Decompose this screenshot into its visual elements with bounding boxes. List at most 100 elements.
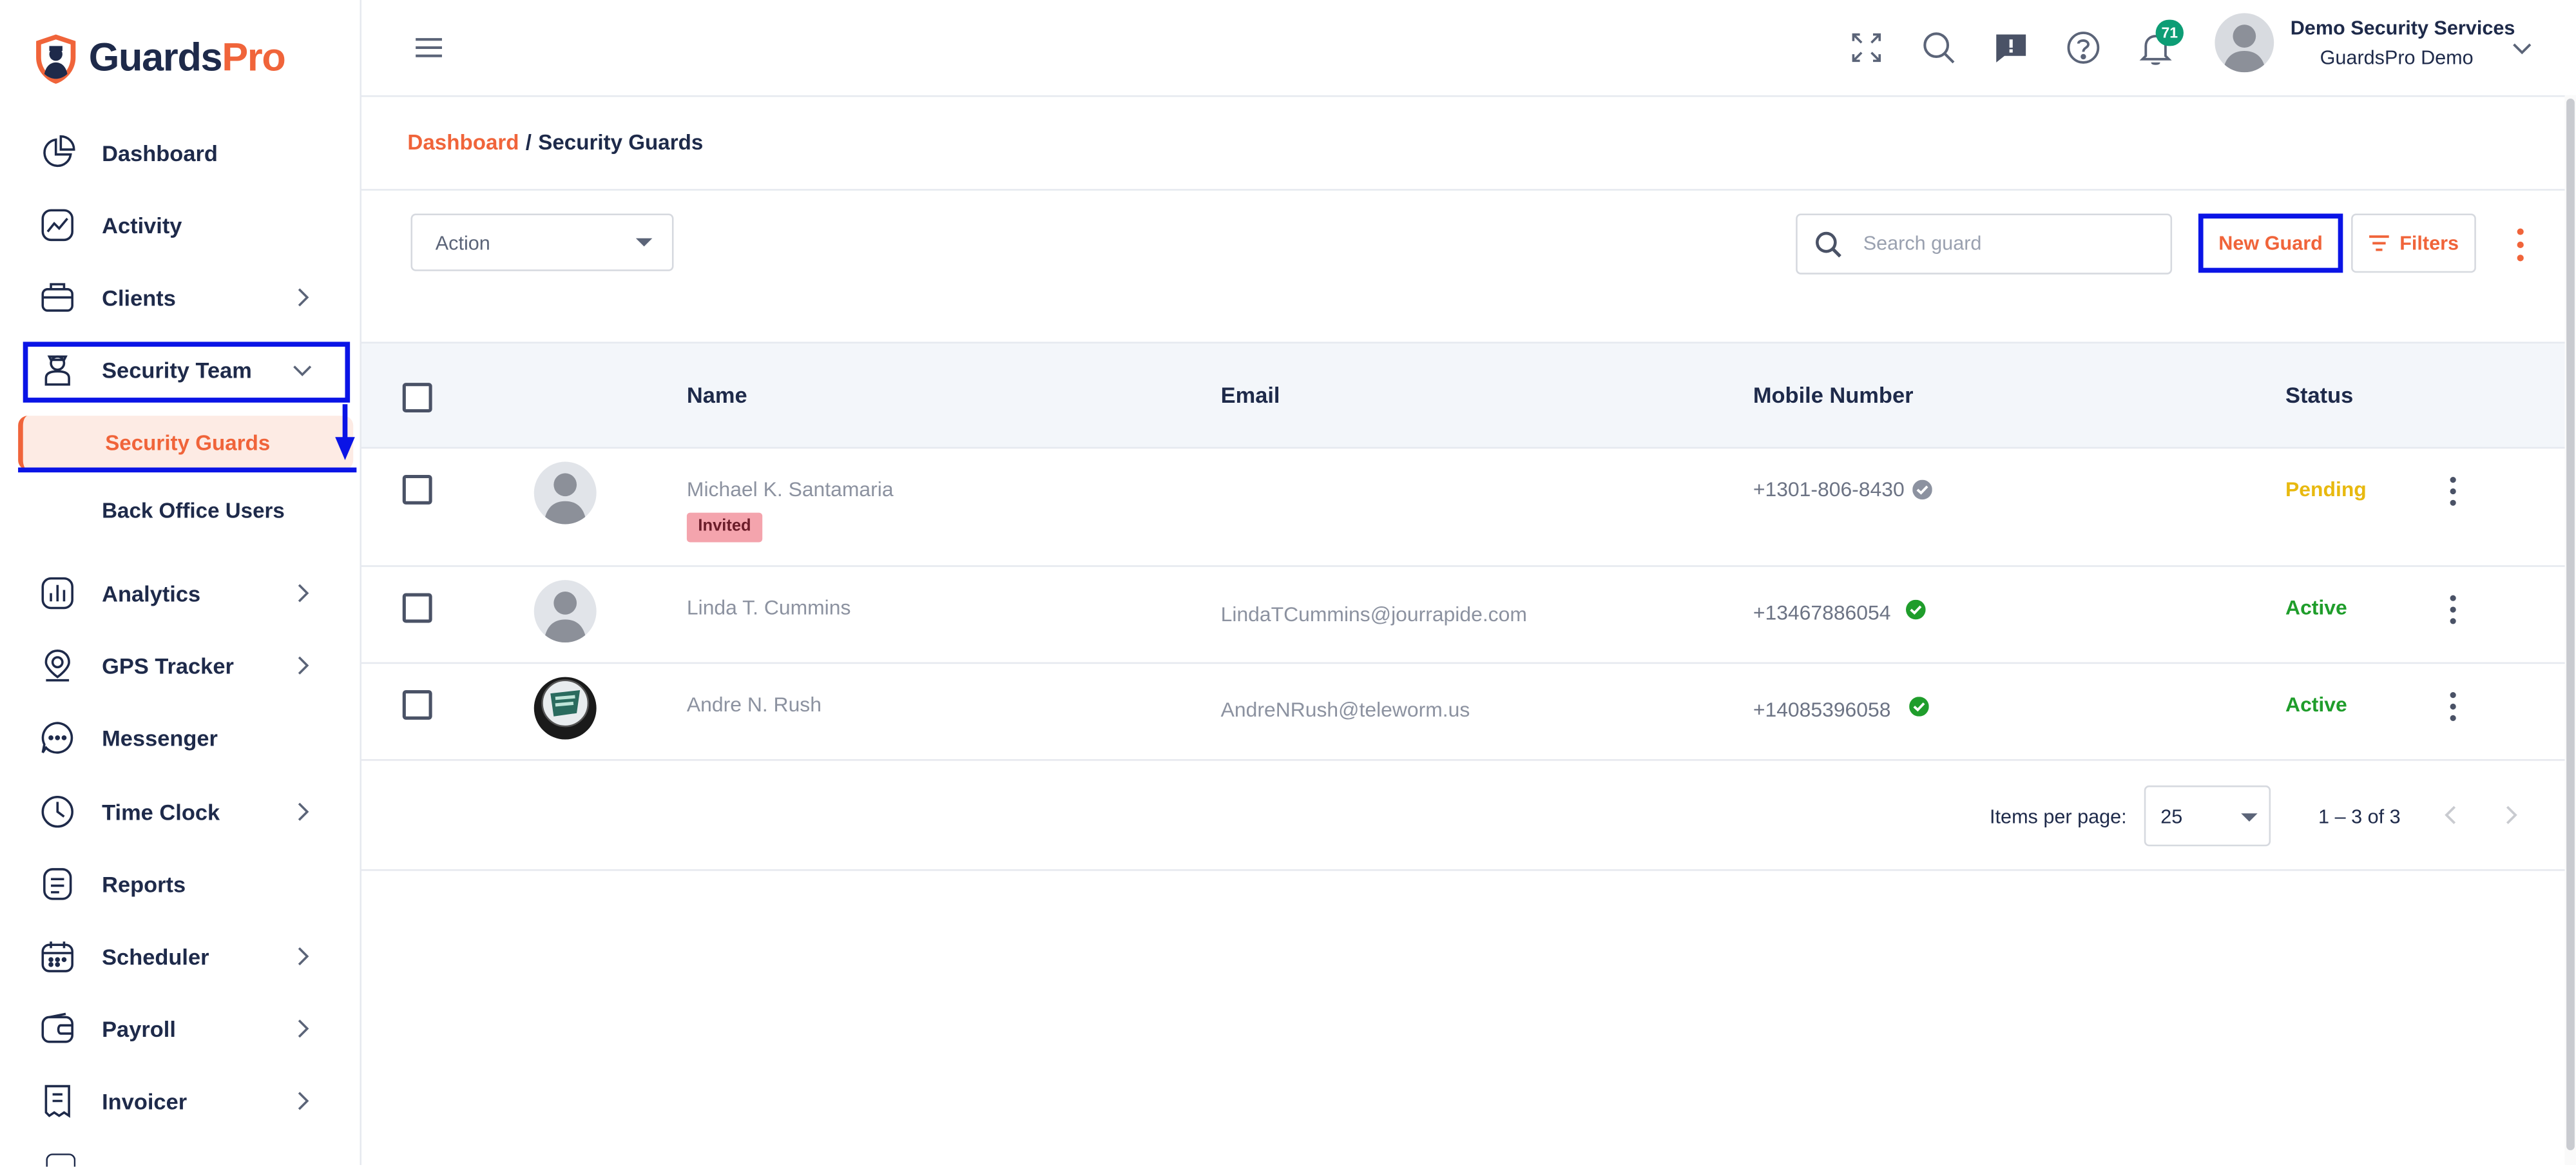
guard-name[interactable]: Linda T. Cummins	[687, 597, 851, 620]
row-checkbox[interactable]	[402, 474, 432, 505]
sidebar-item-label: Messenger	[102, 725, 218, 751]
select-all-checkbox[interactable]	[402, 383, 432, 413]
breadcrumb-dashboard-link[interactable]: Dashboard	[407, 130, 519, 154]
user-avatar[interactable]	[2215, 13, 2274, 73]
analytics-icon	[39, 575, 75, 612]
chevron-right-icon	[298, 288, 309, 307]
breadcrumb-divider	[361, 189, 2567, 191]
sidebar-item-label: Clients	[102, 285, 176, 310]
breadcrumb-current: Security Guards	[538, 130, 704, 155]
guard-mobile: +14085396058	[1753, 698, 1891, 722]
filters-label: Filters	[2399, 231, 2459, 255]
chevron-down-icon[interactable]	[2510, 36, 2533, 59]
sidebar-item-label: Payroll	[102, 1016, 176, 1041]
pagination-divider	[361, 869, 2567, 871]
guardspro-logo[interactable]: GuardsPro	[33, 33, 286, 86]
row-menu-icon[interactable]	[2443, 690, 2463, 723]
table-row[interactable]: Linda T. Cummins LindaTCummins@jourrapid…	[361, 567, 2567, 664]
sidebar-item-payroll[interactable]: Payroll	[39, 1006, 327, 1052]
row-checkbox[interactable]	[402, 690, 432, 720]
sidebar-item-cutoff	[46, 1153, 76, 1167]
row-checkbox[interactable]	[402, 593, 432, 623]
guard-mobile: +13467886054	[1753, 601, 1891, 624]
sidebar-item-label: Analytics	[102, 581, 201, 606]
invited-badge: Invited	[686, 512, 763, 543]
table-row[interactable]: Andre N. Rush AndreNRush@teleworm.us +14…	[361, 664, 2567, 761]
column-header-mobile[interactable]: Mobile Number	[1753, 383, 1914, 407]
clock-icon	[39, 794, 75, 830]
sidebar-item-scheduler[interactable]: Scheduler	[39, 933, 327, 979]
items-per-page-label: Items per page:	[1990, 805, 2127, 829]
status-badge: Active	[2285, 596, 2347, 620]
column-header-email[interactable]: Email	[1221, 383, 1280, 407]
chevron-right-icon	[298, 947, 309, 966]
scrollbar-thumb[interactable]	[2566, 99, 2575, 1150]
sidebar-subitem-back-office-users[interactable]: Back Office Users	[102, 498, 285, 523]
feedback-icon[interactable]	[1992, 28, 2031, 67]
sidebar-item-time-clock[interactable]: Time Clock	[39, 789, 327, 834]
sidebar-item-dashboard[interactable]: Dashboard	[39, 130, 327, 175]
column-header-name[interactable]: Name	[687, 383, 747, 407]
status-badge: Pending	[2285, 478, 2367, 501]
help-icon[interactable]	[2064, 28, 2103, 67]
guard-email: LindaTCummins@jourrapide.com	[1220, 603, 1527, 626]
menu-icon[interactable]	[411, 30, 447, 66]
breadcrumb-separator: /	[525, 130, 532, 155]
guard-mobile: +1301-806-8430	[1753, 478, 1905, 501]
next-page-icon[interactable]	[2501, 804, 2521, 827]
guard-email: AndreNRush@teleworm.us	[1220, 698, 1470, 722]
sidebar-item-reports[interactable]: Reports	[39, 861, 327, 907]
user-name[interactable]: Demo Security Services	[2291, 17, 2515, 40]
sidebar-item-label: Invoicer	[102, 1088, 187, 1114]
sidebar-item-label: Reports	[102, 871, 186, 897]
search-guard-input[interactable]	[1860, 230, 2162, 256]
security-team-highlight	[23, 342, 351, 403]
calendar-icon	[39, 938, 75, 974]
gps-icon	[39, 648, 75, 684]
messenger-icon	[39, 720, 75, 756]
sidebar-item-label: Time Clock	[102, 799, 220, 824]
chevron-right-icon	[298, 584, 309, 603]
topbar: 71 Demo Security Services GuardsPro Demo	[361, 0, 2576, 97]
guard-name[interactable]: Michael K. Santamaria	[687, 478, 894, 501]
row-menu-icon[interactable]	[2443, 475, 2463, 508]
action-dropdown[interactable]: Action	[410, 213, 674, 271]
user-org: GuardsPro Demo	[2320, 46, 2474, 70]
dashboard-icon	[39, 135, 75, 171]
breadcrumb: Dashboard / Security Guards	[407, 130, 703, 154]
caret-down-icon	[2241, 813, 2258, 822]
invoice-icon	[39, 1083, 75, 1119]
fullscreen-icon[interactable]	[1847, 28, 1886, 67]
sidebar-item-gps-tracker[interactable]: GPS Tracker	[39, 642, 327, 688]
guard-avatar-photo	[533, 677, 597, 740]
table-row[interactable]: Michael K. Santamaria Invited +1301-806-…	[361, 448, 2567, 567]
row-menu-icon[interactable]	[2443, 593, 2463, 626]
action-dropdown-label: Action	[435, 231, 490, 255]
sidebar-item-activity[interactable]: Activity	[39, 202, 327, 248]
sidebar-item-clients[interactable]: Clients	[39, 275, 327, 320]
table-header: Name Email Mobile Number Status	[361, 342, 2567, 449]
more-options-icon[interactable]	[2510, 227, 2530, 263]
unverified-check-icon	[1912, 479, 1932, 500]
chevron-right-icon	[298, 656, 309, 675]
annotation-arrow	[18, 404, 357, 473]
chevron-right-icon	[298, 802, 309, 821]
sidebar-item-label: GPS Tracker	[102, 653, 234, 678]
chevron-right-icon	[298, 1092, 309, 1110]
shield-logo-icon	[36, 34, 76, 84]
notification-count-badge: 71	[2155, 19, 2184, 46]
sidebar-item-messenger[interactable]: Messenger	[39, 715, 327, 760]
wallet-icon	[39, 1010, 75, 1046]
column-header-status[interactable]: Status	[2285, 383, 2353, 407]
status-badge: Active	[2285, 693, 2347, 717]
sidebar-item-analytics[interactable]: Analytics	[39, 570, 327, 616]
items-per-page-select[interactable]: 25	[2144, 785, 2271, 847]
search-icon[interactable]	[1919, 28, 1958, 67]
filters-button[interactable]: Filters	[2351, 213, 2476, 273]
sidebar-item-invoicer[interactable]: Invoicer	[39, 1078, 327, 1124]
search-icon	[1816, 231, 1841, 258]
previous-page-icon[interactable]	[2441, 804, 2461, 827]
new-guard-button[interactable]: New Guard	[2198, 213, 2343, 273]
guard-name[interactable]: Andre N. Rush	[687, 693, 822, 717]
search-guard-field[interactable]	[1796, 213, 2173, 275]
